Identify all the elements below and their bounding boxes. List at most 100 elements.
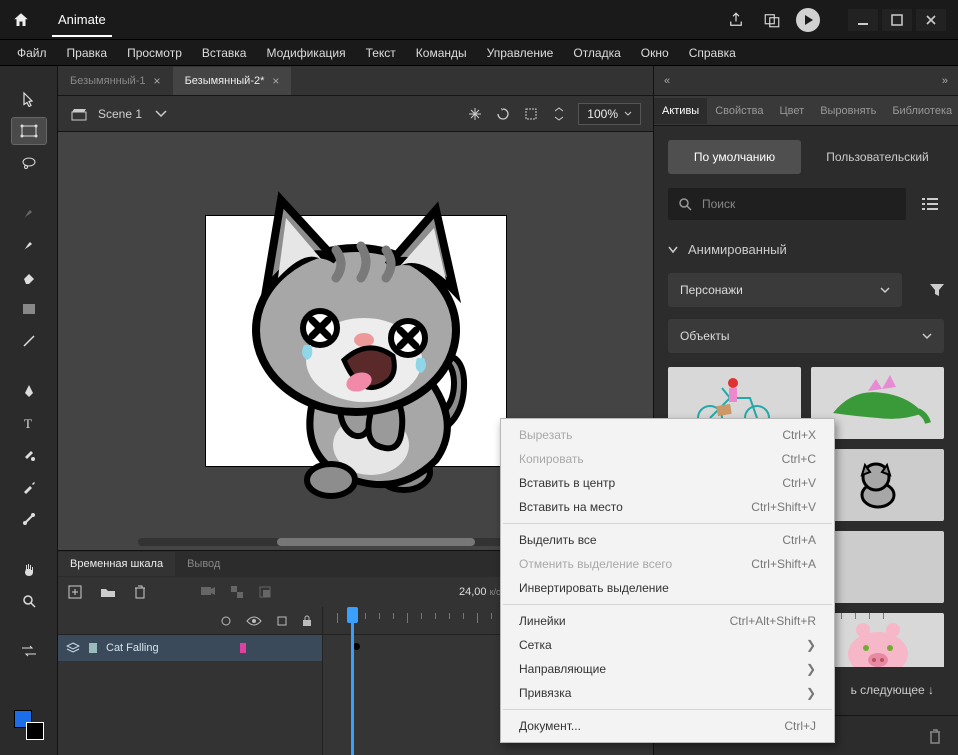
context-menu-item[interactable]: Вставить в центрCtrl+V <box>501 471 834 495</box>
doc-tab-2[interactable]: Безымянный-2*× <box>173 67 292 95</box>
home-icon[interactable] <box>10 9 32 31</box>
menu-modify[interactable]: Модификация <box>257 42 354 64</box>
menu-edit[interactable]: Правка <box>58 42 117 64</box>
eyedropper-tool[interactable] <box>12 474 46 500</box>
menu-view[interactable]: Просмотр <box>118 42 191 64</box>
camera-icon[interactable] <box>200 585 216 599</box>
cat-character-art <box>226 180 486 500</box>
depth-icon[interactable] <box>258 585 272 599</box>
context-menu-item[interactable]: Инвертировать выделение <box>501 576 834 600</box>
hand-tool[interactable] <box>12 556 46 582</box>
filter-icon[interactable] <box>926 283 948 297</box>
rectangle-tool[interactable] <box>12 296 46 322</box>
menu-commands[interactable]: Команды <box>407 42 476 64</box>
playhead[interactable] <box>351 607 354 755</box>
free-transform-tool[interactable] <box>12 118 46 144</box>
menu-file[interactable]: Файл <box>8 42 56 64</box>
minimize-button[interactable] <box>848 9 878 31</box>
tab-align[interactable]: Выровнять <box>812 98 884 124</box>
highlight-icon[interactable] <box>220 615 232 627</box>
doc-tab-1[interactable]: Безымянный-1× <box>58 67 173 95</box>
context-menu-item[interactable]: Выделить всеCtrl+A <box>501 528 834 552</box>
tab-properties[interactable]: Свойства <box>707 98 771 124</box>
visibility-icon[interactable] <box>246 616 262 626</box>
tab-library[interactable]: Библиотека <box>884 98 958 124</box>
zoom-select[interactable]: 100% <box>578 103 641 125</box>
trash-icon[interactable] <box>134 585 146 599</box>
close-icon[interactable]: × <box>154 74 161 88</box>
search-input[interactable]: Поиск <box>668 188 906 220</box>
close-icon[interactable]: × <box>272 74 279 88</box>
menu-control[interactable]: Управление <box>478 42 563 64</box>
play-preview-button[interactable] <box>793 5 823 35</box>
collapse-right-icon[interactable]: » <box>942 75 948 87</box>
fluid-brush-tool[interactable] <box>12 200 46 226</box>
layer-row[interactable]: Cat Falling <box>58 635 322 661</box>
context-menu-item[interactable]: Вставить на местоCtrl+Shift+V <box>501 495 834 519</box>
layer-column-header <box>58 607 322 635</box>
ink-tool[interactable] <box>12 442 46 468</box>
context-menu-item[interactable]: Привязка❯ <box>501 681 834 705</box>
lasso-tool[interactable] <box>12 150 46 176</box>
collapse-left-icon[interactable]: « <box>664 75 670 87</box>
outline-icon[interactable] <box>276 615 288 627</box>
swap-icon[interactable] <box>12 638 46 664</box>
context-menu: ВырезатьCtrl+XКопироватьCtrl+CВставить в… <box>500 418 835 743</box>
context-menu-item[interactable]: Документ...Ctrl+J <box>501 714 834 738</box>
stroke-color-swatch[interactable] <box>26 722 44 740</box>
menu-help[interactable]: Справка <box>680 42 745 64</box>
keyframe-marker[interactable] <box>240 643 246 653</box>
mode-default-button[interactable]: По умолчанию <box>668 140 801 174</box>
rotate-view-icon[interactable] <box>494 105 512 123</box>
menu-text[interactable]: Текст <box>357 42 405 64</box>
fit-icon[interactable] <box>550 105 568 123</box>
chevron-down-icon <box>668 246 678 254</box>
selection-tool[interactable] <box>12 86 46 112</box>
fps-display[interactable]: 24,00 к/с <box>459 586 501 598</box>
folder-icon[interactable] <box>100 586 116 598</box>
dropdown-characters[interactable]: Персонажи <box>668 273 902 307</box>
line-tool[interactable] <box>12 328 46 354</box>
svg-text:T: T <box>24 416 32 430</box>
center-stage-icon[interactable] <box>466 105 484 123</box>
text-tool[interactable]: T <box>12 410 46 436</box>
list-view-icon[interactable] <box>916 190 944 218</box>
add-layer-icon[interactable] <box>68 585 82 599</box>
zoom-value: 100% <box>587 107 618 121</box>
keyframe-dot[interactable] <box>353 643 360 650</box>
app-title: Animate <box>52 2 112 37</box>
brush-tool[interactable] <box>12 232 46 258</box>
output-tab[interactable]: Вывод <box>175 552 232 576</box>
arrange-icon[interactable] <box>757 5 787 35</box>
chevron-down-icon[interactable] <box>152 105 170 123</box>
bone-tool[interactable] <box>12 506 46 532</box>
context-menu-item[interactable]: ЛинейкиCtrl+Alt+Shift+R <box>501 609 834 633</box>
context-menu-item: ВырезатьCtrl+X <box>501 423 834 447</box>
tool-palette: T <box>0 66 58 695</box>
layers-icon <box>66 642 80 654</box>
menu-debug[interactable]: Отладка <box>564 42 629 64</box>
maximize-button[interactable] <box>882 9 912 31</box>
zoom-tool[interactable] <box>12 588 46 614</box>
trash-icon[interactable] <box>928 728 942 744</box>
context-menu-item[interactable]: Сетка❯ <box>501 633 834 657</box>
share-icon[interactable] <box>721 5 751 35</box>
menu-window[interactable]: Окно <box>632 42 678 64</box>
clip-mask-icon[interactable] <box>522 105 540 123</box>
tab-assets[interactable]: Активы <box>654 98 707 124</box>
timeline-tab[interactable]: Временная шкала <box>58 552 175 576</box>
scene-clapper-icon[interactable] <box>70 105 88 123</box>
right-panel-tabs: Активы Свойства Цвет Выровнять Библиотек… <box>654 96 958 126</box>
tab-color[interactable]: Цвет <box>772 98 813 124</box>
lock-icon[interactable] <box>302 615 312 627</box>
color-swatches[interactable] <box>0 695 58 755</box>
dropdown-objects[interactable]: Объекты <box>668 319 944 353</box>
close-button[interactable] <box>916 9 946 31</box>
menu-insert[interactable]: Вставка <box>193 42 256 64</box>
mode-custom-button[interactable]: Пользовательский <box>811 140 944 174</box>
context-menu-item[interactable]: Направляющие❯ <box>501 657 834 681</box>
section-animated[interactable]: Анимированный <box>654 232 958 267</box>
eraser-tool[interactable] <box>12 264 46 290</box>
pen-tool[interactable] <box>12 378 46 404</box>
layers-parent-icon[interactable] <box>230 585 244 599</box>
